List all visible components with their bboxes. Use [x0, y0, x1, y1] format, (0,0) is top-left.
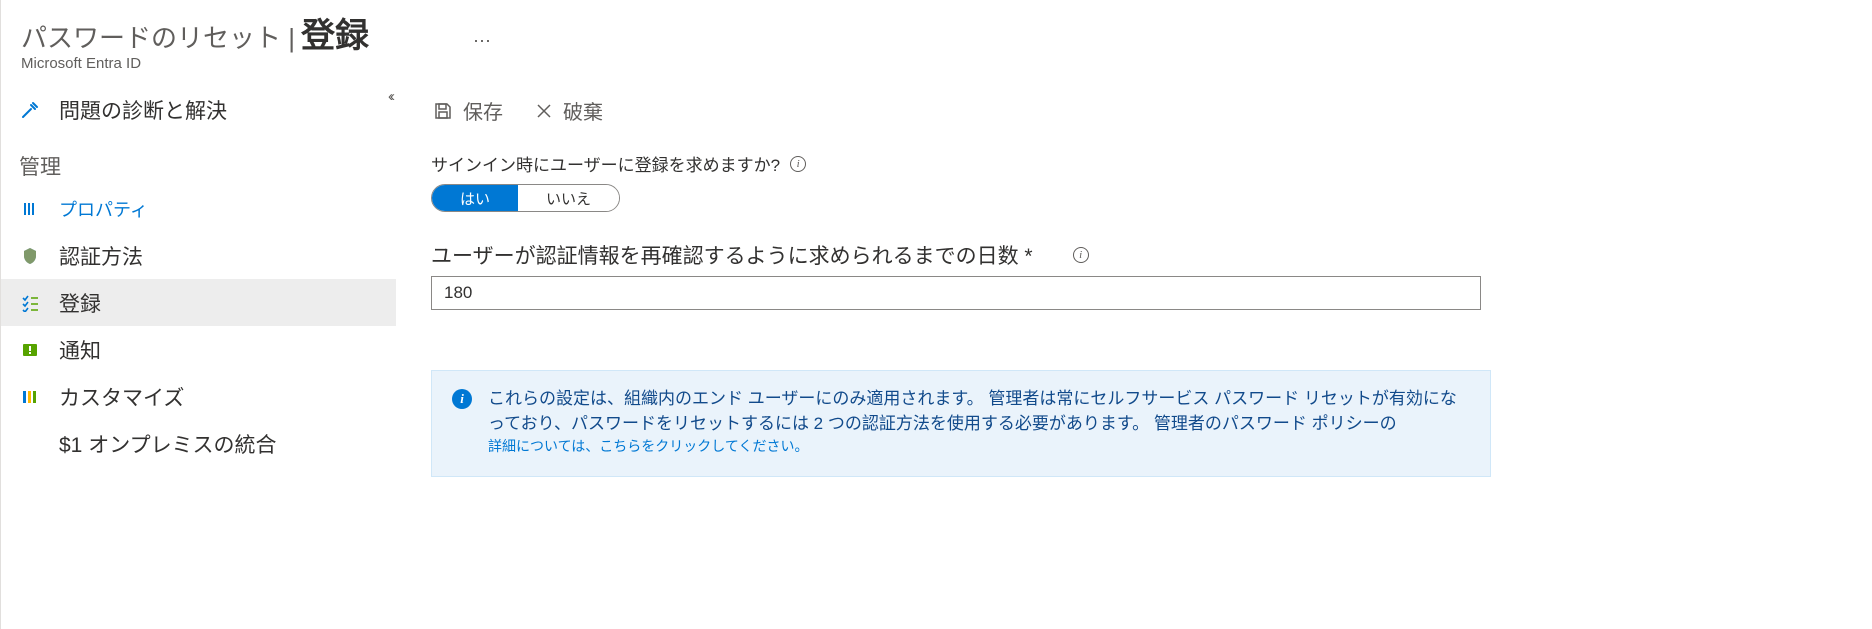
toolbar: 保存 破棄: [431, 92, 1832, 151]
checklist-icon: [19, 294, 41, 312]
sidebar-item-notifications[interactable]: 通知: [1, 326, 396, 373]
save-button[interactable]: 保存: [431, 92, 505, 129]
more-actions-button[interactable]: ⋯: [373, 31, 491, 52]
sidebar-item-properties[interactable]: プロパティ: [1, 185, 396, 232]
page-header: パスワードのリセット | 登録 ⋯ Microsoft Entra ID: [1, 0, 1872, 78]
page-title-prefix: パスワードのリセット |: [21, 18, 295, 55]
info-icon[interactable]: i: [790, 156, 806, 172]
sidebar-item-label: 問題の診断と解決: [59, 95, 227, 125]
info-icon[interactable]: i: [1073, 247, 1089, 263]
page-subtitle: Microsoft Entra ID: [21, 55, 1872, 72]
days-label: ユーザーが認証情報を再確認するように求められるまでの日数 * i: [431, 240, 1832, 270]
banner-link[interactable]: 詳細については、こちらをクリックしてください。: [488, 436, 1470, 456]
shield-icon: [19, 247, 41, 265]
sidebar-item-label: 通知: [59, 335, 101, 365]
save-button-label: 保存: [463, 96, 503, 125]
page-title-main: 登録: [299, 8, 369, 57]
sidebar-item-customize[interactable]: カスタマイズ: [1, 373, 396, 420]
sidebar-item-label: 認証方法: [59, 241, 143, 271]
sidebar-item-auth-methods[interactable]: 認証方法: [1, 232, 396, 279]
toggle-yes[interactable]: はい: [432, 185, 518, 211]
sidebar-item-label: $1 オンプレミスの統合: [59, 429, 277, 459]
customize-icon: [19, 388, 41, 406]
banner-message: これらの設定は、組織内のエンド ユーザーにのみ適用されます。 管理者は常にセルフ…: [488, 387, 1470, 436]
require-register-label: サインイン時にユーザーに登録を求めますか? i: [431, 151, 1832, 176]
sidebar: ‹‹ 問題の診断と解決 管理 プロパティ 認証方法: [1, 78, 396, 477]
properties-icon: [19, 201, 41, 217]
info-banner: i これらの設定は、組織内のエンド ユーザーにのみ適用されます。 管理者は常にセ…: [431, 370, 1491, 477]
content-pane: 保存 破棄 サインイン時にユーザーに登録を求めますか? i はい いいえ ユーザ…: [396, 78, 1872, 477]
sidebar-item-registration[interactable]: 登録: [1, 279, 396, 326]
require-register-toggle: はい いいえ: [431, 184, 620, 212]
discard-button-label: 破棄: [563, 96, 603, 125]
notification-icon: [19, 341, 41, 359]
close-icon: [535, 102, 553, 120]
toggle-no[interactable]: いいえ: [518, 185, 619, 211]
discard-button[interactable]: 破棄: [533, 92, 605, 129]
days-input[interactable]: [431, 276, 1481, 310]
wrench-icon: [19, 100, 41, 120]
sidebar-item-label: 登録: [59, 288, 101, 318]
sidebar-item-label: プロパティ: [59, 196, 148, 222]
sidebar-item-onprem[interactable]: $1 オンプレミスの統合: [1, 420, 396, 467]
sidebar-item-label: カスタマイズ: [59, 382, 184, 412]
sidebar-item-diagnose[interactable]: 問題の診断と解決: [1, 86, 396, 133]
save-icon: [433, 101, 453, 121]
info-icon: i: [452, 389, 472, 409]
sidebar-group-manage: 管理: [1, 133, 396, 185]
